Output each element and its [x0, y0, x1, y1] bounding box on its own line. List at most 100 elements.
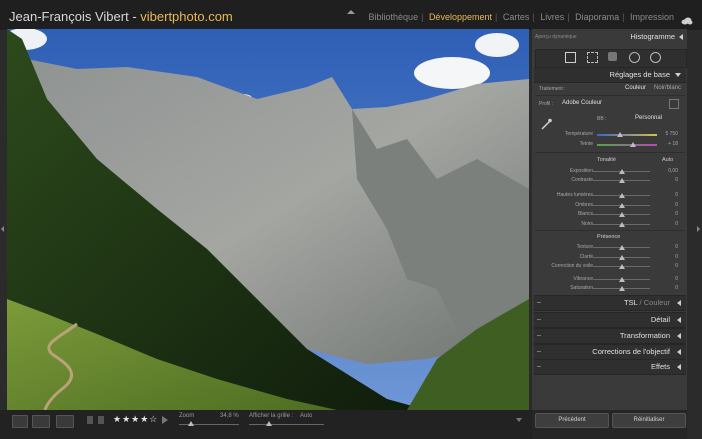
- panel-lens-toggle-icon[interactable]: [677, 349, 681, 355]
- tone-exposition-value[interactable]: 0,00: [658, 168, 678, 174]
- module-developpement[interactable]: Développement: [429, 12, 492, 22]
- panel-detail-switch-icon[interactable]: [537, 319, 541, 320]
- presence-correction-du-voile-value[interactable]: 0: [658, 263, 678, 269]
- tone-hautes-lumieres-value[interactable]: 0: [658, 192, 678, 198]
- presence-saturation-slider-knob[interactable]: [618, 286, 625, 291]
- panel-header-effects[interactable]: Effets: [534, 359, 686, 375]
- basic-panel-toggle-icon[interactable]: [675, 73, 681, 77]
- treatment-bw-option[interactable]: Noir/blanc: [654, 85, 681, 91]
- play-icon[interactable]: [162, 416, 168, 424]
- left-panel-toggle-icon[interactable]: [1, 226, 4, 232]
- grid-slider[interactable]: [249, 424, 324, 425]
- cloud-sync-icon[interactable]: [681, 12, 693, 25]
- presence-clarte-value[interactable]: 0: [658, 254, 678, 260]
- tone-ombres-slider-knob[interactable]: [618, 202, 625, 208]
- top-panel-toggle-icon[interactable]: [347, 1, 355, 14]
- mountain-photo: [7, 29, 529, 410]
- presence-clarte-label: Clarté: [579, 253, 593, 260]
- tone-noirs-value[interactable]: 0: [658, 221, 678, 227]
- wb-select[interactable]: Personnal: [635, 115, 662, 121]
- temp-label: Température: [564, 131, 593, 137]
- profile-select[interactable]: Adobe Couleur: [562, 100, 602, 106]
- treatment-color-option[interactable]: Couleur: [625, 85, 646, 91]
- healing-brush-icon[interactable]: [608, 52, 617, 61]
- rating-stars[interactable]: ★★★★☆: [113, 414, 158, 425]
- panel-lens-switch-icon[interactable]: [537, 351, 541, 352]
- temp-value[interactable]: 5 750: [658, 131, 678, 137]
- tone-blancs-slider-knob[interactable]: [618, 212, 625, 217]
- reset-button[interactable]: Réinitialiser: [612, 413, 686, 428]
- crop-icon[interactable]: [587, 52, 598, 63]
- tint-value[interactable]: + 18: [658, 141, 678, 147]
- red-eye-icon[interactable]: [629, 52, 640, 63]
- zoom-slider-knob[interactable]: [188, 421, 194, 426]
- temp-slider-knob[interactable]: [617, 132, 623, 137]
- identity-name: Jean-François Vibert -: [9, 9, 141, 24]
- temp-slider[interactable]: [597, 134, 657, 136]
- histogram-toggle-icon[interactable]: [679, 34, 683, 40]
- right-panel-toggle-icon[interactable]: [697, 226, 700, 232]
- panel-header-transformation[interactable]: Transformation: [534, 328, 686, 344]
- adjust-sliders-icon[interactable]: [565, 52, 576, 63]
- before-after-button[interactable]: [32, 415, 50, 428]
- tone-noirs-slider-knob[interactable]: [618, 221, 625, 227]
- module-livres[interactable]: Livres: [540, 12, 564, 22]
- grid-label: Afficher la grille :: [249, 413, 294, 419]
- profile-label: Profil :: [539, 101, 554, 107]
- tone-contraste-slider-knob[interactable]: [618, 178, 625, 183]
- tint-label: Teinte: [579, 141, 593, 147]
- presence-texture-slider-knob[interactable]: [618, 245, 625, 250]
- panel-title-tsl: TSL / Couleur: [623, 298, 670, 307]
- module-bibliotheque[interactable]: Bibliothèque: [369, 12, 419, 22]
- flag-icon[interactable]: [87, 416, 93, 424]
- tone-exposition-slider-knob[interactable]: [618, 169, 625, 174]
- panel-header-detail[interactable]: Détail: [534, 312, 686, 328]
- panel-title-lens-corrections: Corrections de l'objectif: [592, 347, 670, 356]
- tone-hautes-lumieres-slider-knob[interactable]: [618, 193, 625, 198]
- wb-eyedropper-icon[interactable]: [540, 117, 552, 130]
- loupe-view-button[interactable]: [12, 415, 28, 428]
- grid-slider-knob[interactable]: [266, 421, 272, 426]
- before-after-copy-button[interactable]: [56, 415, 74, 428]
- presence-saturation-value[interactable]: 0: [658, 285, 678, 291]
- panel-transformation-toggle-icon[interactable]: [677, 333, 681, 339]
- panel-tsl-toggle-icon[interactable]: [677, 300, 681, 306]
- module-cartes[interactable]: Cartes: [503, 12, 530, 22]
- panel-tsl-switch-icon[interactable]: [537, 302, 541, 303]
- presence-texture-value[interactable]: 0: [658, 244, 678, 250]
- presence-vibrance-value[interactable]: 0: [658, 276, 678, 282]
- module-diaporama[interactable]: Diaporama: [575, 12, 619, 22]
- photo-preview[interactable]: [7, 29, 529, 410]
- presence-saturation-label: Saturation: [570, 285, 593, 291]
- tone-auto-button[interactable]: Auto: [662, 157, 673, 163]
- presence-vibrance-slider-knob[interactable]: [618, 277, 625, 282]
- masking-icon[interactable]: [650, 52, 661, 63]
- tone-blancs-label: Blancs: [577, 211, 593, 217]
- tint-slider[interactable]: [597, 144, 657, 146]
- divider: [535, 152, 685, 153]
- grid-value[interactable]: Auto: [300, 413, 312, 419]
- module-impression[interactable]: Impression: [630, 12, 674, 22]
- zoom-label: Zoom: [179, 413, 195, 419]
- panel-detail-toggle-icon[interactable]: [677, 317, 681, 323]
- presence-correction-du-voile-slider-knob[interactable]: [618, 264, 625, 269]
- reject-flag-icon[interactable]: [98, 416, 104, 424]
- tone-hautes-lumieres-label: Hautes lumières: [556, 192, 593, 198]
- tone-exposition-label: Exposition: [569, 168, 593, 174]
- basic-panel-header[interactable]: Réglages de base: [534, 67, 686, 83]
- presence-clarte-slider-knob[interactable]: [618, 254, 625, 260]
- profile-browser-icon[interactable]: [669, 99, 679, 109]
- previous-button[interactable]: Précédent: [535, 413, 609, 428]
- histogram-title[interactable]: Histogramme: [598, 32, 675, 41]
- panel-effects-switch-icon[interactable]: [537, 366, 541, 367]
- panel-header-tsl[interactable]: TSL / Couleur: [534, 295, 686, 311]
- panel-effects-toggle-icon[interactable]: [677, 364, 681, 370]
- panel-title-effects: Effets: [650, 362, 670, 371]
- tint-slider-knob[interactable]: [630, 142, 636, 147]
- tone-contraste-value[interactable]: 0: [658, 177, 678, 183]
- panel-transformation-switch-icon[interactable]: [537, 335, 541, 336]
- tone-ombres-value[interactable]: 0: [658, 202, 678, 208]
- panel-header-lens-corrections[interactable]: Corrections de l'objectif: [534, 344, 686, 360]
- tone-blancs-value[interactable]: 0: [658, 211, 678, 217]
- toolbar-menu-icon[interactable]: [516, 418, 522, 422]
